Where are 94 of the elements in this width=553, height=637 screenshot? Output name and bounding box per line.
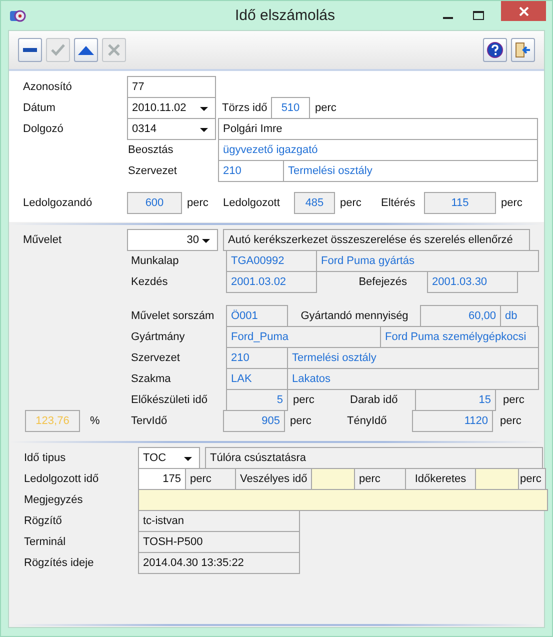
trade-name-field: Lakatos [287,368,539,390]
field-label: Művelet sorszám [131,310,216,322]
toolbar-button[interactable] [74,38,98,62]
exit-door-icon [515,42,531,58]
field-label: Szervezet [131,352,181,364]
caret-icon [202,239,210,243]
field-label: Eltérés [381,197,416,209]
recorded-at-field: 2014.04.30 13:35:22 [138,552,300,574]
field-label: TervIdő [131,415,168,427]
total-field: 485 [294,192,335,214]
unit-label: perc [314,102,336,114]
unit-label: perc [186,197,210,209]
start-date-field: 2001.03.02 [226,271,317,293]
time-frame-field[interactable] [475,468,519,490]
unit-label: perc [502,394,524,406]
window-title: Idő elszámolás [234,7,336,24]
base-time-field: 510 [271,97,310,119]
toolbar-button[interactable] [18,38,42,62]
time-type-dropdown[interactable]: TOC [138,447,200,469]
total-field: 600 [127,192,182,214]
unit-label: perc [339,197,362,209]
unit-label: perc [499,415,522,427]
field-label: Ledolgozott idő [23,473,100,485]
app-icon [9,8,27,24]
exit-button[interactable] [511,38,535,62]
employee-dropdown[interactable]: 0314 [127,118,216,140]
planned-time-field: 905 [223,410,285,432]
product-code-field: Ford_Puma [226,326,381,348]
operation-dropdown[interactable]: 30 [127,229,218,251]
triangle-up-icon [78,46,94,54]
maximize-icon[interactable] [473,11,484,20]
field-label: Idő tipus [23,452,67,464]
sequence-field: Ö001 [226,305,288,327]
org-code-field: 210 [218,160,284,182]
minimize-icon[interactable] [443,17,453,20]
field-label: Kezdés [131,276,169,288]
field-label: Rögzítés ideje [23,557,95,569]
caret-icon [200,107,208,111]
recorder-field: tc-istvan [138,510,300,532]
field-label: Gyártmány [131,331,186,343]
field-label: Darab idő [350,394,399,406]
terminal-field: TOSH-P500 [138,531,300,553]
close-icon [518,6,528,16]
field-label: Befejezés [358,276,408,288]
field-label: TényIdő [347,415,388,427]
time-type-name-field: Túlóra csúsztatásra [205,447,543,469]
end-date-field: 2001.03.30 [427,271,518,293]
unit-label: perc [289,415,312,427]
total-field: 115 [424,192,496,214]
caret-icon [184,457,192,461]
actual-time-field: 1120 [412,410,493,432]
field-label: Dolgozó [23,123,64,135]
field-label: Szakma [131,373,172,385]
field-label: Gyártandó mennyiség [300,310,410,322]
field-label: Törzs idő [221,102,268,114]
unit-label: perc [518,468,546,490]
position-field: ügyvezető igazgató [218,139,538,161]
help-icon [487,42,503,58]
field-label: Megjegyzés [23,494,84,506]
close-button[interactable] [501,1,546,21]
field-label: Előkészületi idő [131,394,208,406]
operation-description-field: Autó kerékszerkezet összeszerelése és szerelés ellenőrzé [223,229,530,251]
field-label: Szervezet [128,165,178,177]
percent-label: % [89,415,100,427]
id-field[interactable]: 77 [127,76,216,98]
help-button[interactable] [483,38,507,62]
field-label: Munkalap [131,255,180,267]
field-label: Ledolgozott [223,197,281,209]
quantity-unit-field: db [500,305,538,327]
worksheet-name-field: Ford Puma gyártás [316,250,539,272]
employee-name-field: Polgári Imre [218,118,538,140]
org-name-field: Termelési osztály [283,160,538,182]
worked-time-field[interactable]: 175 [138,468,186,490]
field-label: Ledolgozandó [23,197,94,209]
minus-icon [23,48,37,52]
product-name-field: Ford Puma személygépkocsi [380,326,539,348]
setup-time-field: 5 [226,389,288,411]
unit-label: perc [292,394,316,406]
note-field[interactable] [138,489,548,511]
field-label: Beosztás [128,144,174,156]
check-icon [51,44,65,56]
hazard-time-field[interactable] [311,468,355,490]
caret-icon [200,128,208,132]
cross-icon [108,44,120,56]
piece-time-field: 15 [415,389,496,411]
unit-label: perc [500,197,522,209]
date-dropdown[interactable]: 2010.11.02 [127,97,216,119]
ratio-field: 123,76 [25,410,80,432]
quantity-field: 60,00 [420,305,501,327]
field-label: Művelet [23,234,63,246]
field-label: Rögzítő [23,515,63,527]
field-label: Dátum [23,102,56,114]
field-label: Terminál [23,536,67,548]
field-label: Azonosító [23,81,73,93]
